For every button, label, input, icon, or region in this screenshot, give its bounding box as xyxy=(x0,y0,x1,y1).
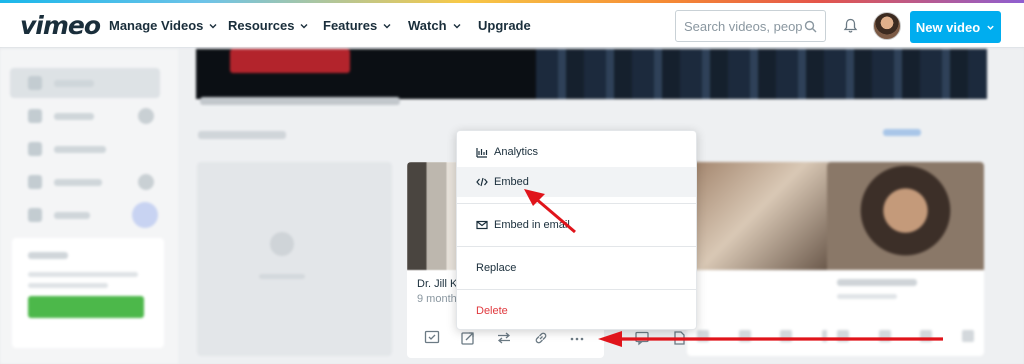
nav-manage-videos[interactable]: Manage Videos xyxy=(109,18,218,33)
sidebar-item[interactable] xyxy=(10,101,160,131)
video-card[interactable] xyxy=(687,162,844,356)
vimeo-logo[interactable]: vimeo xyxy=(20,11,101,40)
chevron-down-icon xyxy=(300,23,308,28)
chevron-down-icon xyxy=(453,23,461,28)
sidebar-item[interactable] xyxy=(10,200,160,230)
nav-upgrade-label: Upgrade xyxy=(478,18,531,33)
nav-resources-label: Resources xyxy=(228,18,295,33)
code-icon xyxy=(476,177,488,187)
new-video-button[interactable]: New video xyxy=(910,11,1001,43)
comment-icon[interactable] xyxy=(634,330,650,346)
email-icon xyxy=(476,220,488,230)
chevron-down-icon xyxy=(987,25,994,30)
user-avatar[interactable] xyxy=(873,12,901,40)
notification-bell-icon[interactable] xyxy=(843,18,858,34)
chevron-down-icon xyxy=(383,23,391,28)
menu-item-label: Embed in email xyxy=(494,219,570,231)
nav-manage-videos-label: Manage Videos xyxy=(109,18,204,33)
upsell-card xyxy=(12,238,164,348)
menu-item-replace[interactable]: Replace xyxy=(457,253,696,283)
swap-icon[interactable] xyxy=(496,330,512,346)
nav-upgrade[interactable]: Upgrade xyxy=(478,18,531,33)
link-icon[interactable] xyxy=(533,330,549,346)
sidebar-item[interactable] xyxy=(10,134,160,164)
sidebar-item[interactable] xyxy=(10,167,160,197)
menu-divider xyxy=(457,289,696,290)
menu-item-label: Analytics xyxy=(494,146,539,158)
hero-banner xyxy=(196,49,987,99)
new-video-label: New video xyxy=(915,19,981,35)
nav-watch[interactable]: Watch xyxy=(408,18,462,33)
menu-divider xyxy=(457,203,696,204)
top-navbar: vimeo Manage Videos Resources Features W… xyxy=(0,3,1024,48)
menu-item-embed[interactable]: Embed xyxy=(457,167,696,197)
menu-item-delete[interactable]: Delete xyxy=(457,296,696,326)
view-all-link[interactable] xyxy=(883,129,921,136)
nav-features-label: Features xyxy=(323,18,378,33)
check-icon[interactable] xyxy=(424,330,440,346)
section-title xyxy=(198,131,286,139)
video-card[interactable] xyxy=(827,162,984,356)
menu-item-label: Replace xyxy=(476,262,517,274)
menu-divider xyxy=(457,246,696,247)
analytics-icon xyxy=(476,148,488,158)
menu-item-label: Delete xyxy=(476,305,508,317)
chevron-down-icon xyxy=(209,23,217,28)
search-field[interactable] xyxy=(675,10,826,42)
menu-item-embed-in-email[interactable]: Embed in email xyxy=(457,210,696,240)
menu-item-label: Embed xyxy=(494,176,529,188)
sidebar xyxy=(0,49,178,364)
search-icon[interactable] xyxy=(804,20,817,33)
upgrade-button[interactable] xyxy=(28,296,144,318)
file-icon[interactable] xyxy=(671,330,687,346)
video-context-menu: Analytics Embed Embed in email Replace D… xyxy=(456,130,697,330)
share-icon[interactable] xyxy=(460,330,476,346)
more-icon[interactable] xyxy=(569,330,585,346)
video-card-placeholder[interactable] xyxy=(197,162,392,356)
nav-features[interactable]: Features xyxy=(323,18,392,33)
nav-resources[interactable]: Resources xyxy=(228,18,309,33)
search-input[interactable] xyxy=(684,18,802,34)
nav-watch-label: Watch xyxy=(408,18,447,33)
video-title[interactable]: Dr. Jill K xyxy=(417,278,457,290)
sidebar-item[interactable] xyxy=(10,68,160,98)
menu-item-analytics[interactable]: Analytics xyxy=(457,137,696,167)
